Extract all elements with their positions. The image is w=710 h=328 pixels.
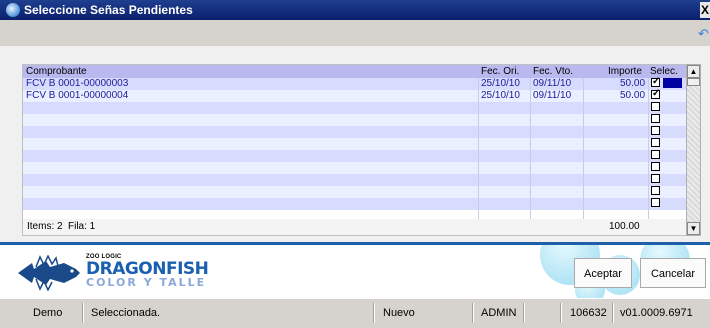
select-checkbox[interactable] bbox=[651, 174, 660, 183]
window-title: Seleccione Señas Pendientes bbox=[24, 3, 193, 17]
status-message: Seleccionada. bbox=[91, 307, 161, 319]
table-row[interactable]: FCV B 0001-00000004 25/10/10 09/11/10 50.00 bbox=[23, 88, 686, 102]
title-bar: Seleccione Señas Pendientes X bbox=[0, 0, 710, 20]
status-divider bbox=[560, 303, 562, 323]
select-checkbox[interactable] bbox=[651, 76, 660, 88]
undo-icon[interactable]: ↶ bbox=[698, 26, 709, 42]
status-bar: Demo Seleccionada. Nuevo ADMIN 106632 v0… bbox=[0, 298, 710, 328]
status-number: 106632 bbox=[570, 307, 607, 319]
scroll-thumb[interactable] bbox=[687, 78, 700, 86]
dragonfish-logo-icon bbox=[18, 255, 80, 291]
cell-importe: 50.00 bbox=[620, 78, 646, 89]
cell-fec-vto: 09/11/10 bbox=[533, 90, 572, 101]
vertical-scrollbar[interactable]: ▲ ▼ bbox=[686, 64, 701, 236]
status-version: v01.0009.6971 bbox=[620, 307, 693, 319]
column-header-fec-vto[interactable]: Fec. Vto. bbox=[533, 65, 573, 78]
row-selection-highlight bbox=[663, 78, 682, 88]
scroll-down-button[interactable]: ▼ bbox=[687, 222, 700, 235]
grid-footer: Items: 2 Fila: 1 100.00 bbox=[23, 219, 686, 235]
select-checkbox[interactable] bbox=[651, 114, 660, 123]
cell-fec-ori: 25/10/10 bbox=[481, 90, 520, 101]
select-checkbox[interactable] bbox=[651, 162, 660, 171]
column-header-fec-ori[interactable]: Fec. Ori. bbox=[481, 65, 519, 78]
cell-fec-ori: 25/10/10 bbox=[481, 78, 520, 89]
status-state: Nuevo bbox=[383, 307, 415, 319]
column-divider bbox=[583, 78, 584, 219]
grid-header: Comprobante Fec. Ori. Fec. Vto. Importe … bbox=[23, 65, 686, 78]
select-checkbox[interactable] bbox=[651, 126, 660, 135]
cell-comprobante: FCV B 0001-00000003 bbox=[26, 78, 129, 89]
select-checkbox[interactable] bbox=[651, 150, 660, 159]
grid-rows: FCV B 0001-00000003 25/10/10 09/11/10 50.00… bbox=[23, 76, 686, 210]
table-row[interactable] bbox=[23, 150, 686, 162]
close-button[interactable]: X bbox=[700, 2, 710, 18]
toolbar: ↶ bbox=[0, 20, 710, 46]
column-divider bbox=[648, 78, 649, 219]
status-divider bbox=[472, 303, 474, 323]
column-header-comprobante[interactable]: Comprobante bbox=[26, 65, 87, 78]
cell-importe: 50.00 bbox=[620, 90, 646, 101]
status-divider bbox=[612, 303, 614, 323]
column-divider bbox=[530, 78, 531, 219]
accept-button[interactable]: Aceptar bbox=[574, 258, 632, 288]
table-row[interactable] bbox=[23, 102, 686, 114]
items-count: Items: 2 bbox=[27, 221, 63, 232]
table-row[interactable] bbox=[23, 174, 686, 186]
select-checkbox[interactable] bbox=[651, 198, 660, 207]
table-row[interactable] bbox=[23, 138, 686, 150]
column-divider bbox=[478, 78, 479, 219]
current-row: Fila: 1 bbox=[68, 221, 96, 232]
pending-deposits-grid: Comprobante Fec. Ori. Fec. Vto. Importe … bbox=[22, 64, 687, 236]
select-checkbox[interactable] bbox=[651, 102, 660, 111]
status-user: ADMIN bbox=[481, 307, 517, 319]
column-header-importe[interactable]: Importe bbox=[608, 65, 642, 78]
select-checkbox[interactable] bbox=[651, 186, 660, 195]
status-mode: Demo bbox=[33, 307, 63, 319]
app-icon bbox=[6, 3, 20, 17]
status-divider bbox=[373, 303, 375, 323]
brand-area: ZOO LOGIC DRAGONFISH COLOR Y TALLE Acept… bbox=[0, 245, 710, 298]
table-row[interactable] bbox=[23, 198, 686, 210]
select-checkbox[interactable] bbox=[651, 88, 660, 100]
status-divider bbox=[523, 303, 525, 323]
table-row[interactable] bbox=[23, 126, 686, 138]
table-row[interactable] bbox=[23, 114, 686, 126]
cell-fec-vto: 09/11/10 bbox=[533, 78, 572, 89]
brand-subtitle: COLOR Y TALLE bbox=[86, 276, 207, 289]
total-amount: 100.00 bbox=[609, 221, 640, 232]
scroll-up-button[interactable]: ▲ bbox=[687, 65, 700, 78]
select-checkbox[interactable] bbox=[651, 138, 660, 147]
status-divider bbox=[82, 303, 84, 323]
cell-comprobante: FCV B 0001-00000004 bbox=[26, 90, 129, 101]
table-row[interactable]: FCV B 0001-00000003 25/10/10 09/11/10 50.00 bbox=[23, 76, 686, 90]
cancel-button[interactable]: Cancelar bbox=[640, 258, 706, 288]
table-row[interactable] bbox=[23, 162, 686, 174]
table-row[interactable] bbox=[23, 186, 686, 198]
